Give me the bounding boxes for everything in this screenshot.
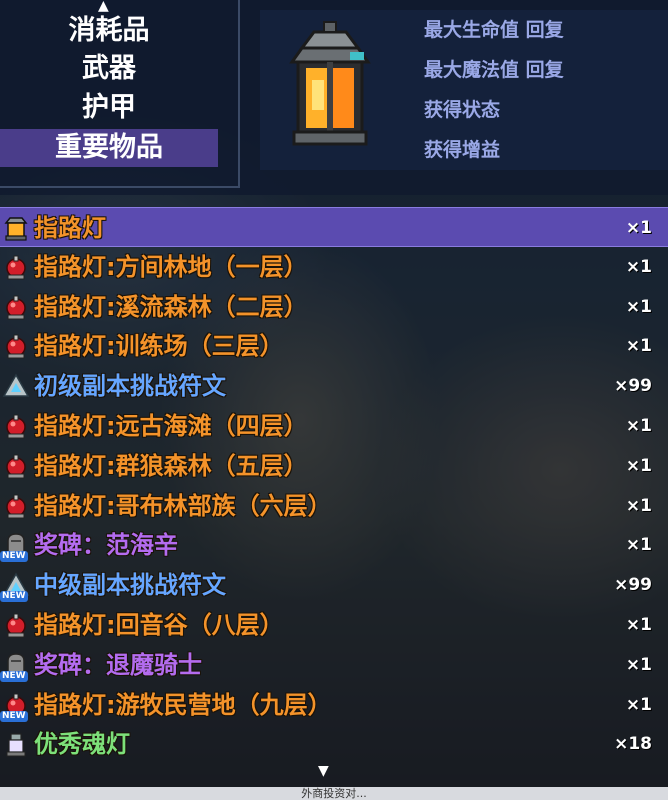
item-name: 指路灯 [34, 214, 106, 242]
item-row[interactable]: 指路灯:溪流森林（二层） ×1 [0, 287, 668, 327]
detail-effect-line: 获得增益 [424, 139, 501, 161]
item-row[interactable]: 初级副本挑战符文 ×99 [0, 366, 668, 406]
lantern-icon [4, 217, 28, 241]
detail-effect-line: 最大生命值 回复 [424, 19, 564, 41]
item-quantity: ×1 [625, 495, 652, 516]
item-name: 初级副本挑战符文 [34, 372, 226, 401]
new-badge: NEW [0, 551, 28, 563]
category-panel: ▲ 消耗品 武器 护甲 重要物品 [0, 0, 240, 188]
new-badge: NEW [0, 710, 28, 722]
category-label: 重要物品 [55, 132, 163, 163]
detail-effect-line: 最大魔法值 回复 [424, 59, 564, 81]
item-quantity: ×1 [625, 416, 652, 436]
item-quantity: ×1 [625, 654, 652, 675]
item-quantity: ×1 [625, 694, 652, 715]
detail-effect-line: 获得状态 [424, 99, 501, 121]
lantern-icon [289, 21, 371, 146]
item-name: 指路灯:游牧民营地（九层） [34, 690, 332, 719]
red-bell-icon [6, 494, 26, 519]
category-label: 武器 [82, 53, 136, 84]
item-row[interactable]: 指路灯:群狼森林（五层） ×1 [0, 446, 668, 486]
red-bell-icon [6, 255, 26, 280]
item-name: 指路灯:溪流森林（二层） [34, 292, 308, 321]
category-label: 消耗品 [68, 15, 150, 46]
item-quantity: ×1 [625, 336, 652, 357]
item-name: 指路灯:远古海滩（四层） [34, 412, 308, 440]
item-name: 指路灯:哥布林部族（六层） [34, 491, 332, 520]
item-row[interactable]: 指路灯:训练场（三层） ×1 [0, 326, 668, 366]
item-name: 奖碑：退魔骑士 [34, 650, 202, 679]
item-row[interactable]: NEW 指路灯:游牧民营地（九层） ×1 [0, 685, 668, 725]
item-quantity: ×18 [614, 734, 652, 755]
red-bell-icon [6, 414, 26, 439]
red-bell-icon [6, 454, 26, 479]
item-name: 指路灯:群狼森林（五层） [34, 451, 308, 480]
item-quantity: ×1 [625, 615, 652, 635]
item-row[interactable]: NEW 中级副本挑战符文 ×99 [0, 565, 668, 605]
category-tab[interactable]: 重要物品 [0, 129, 218, 167]
item-quantity: ×1 [625, 455, 652, 476]
item-quantity: ×1 [625, 218, 652, 238]
red-bell-icon [6, 334, 26, 359]
red-bell-icon [6, 613, 26, 638]
item-row[interactable]: NEW 奖碑：范海辛 ×1 [0, 525, 668, 565]
scroll-down-arrow-icon[interactable]: ▼ [318, 763, 329, 779]
item-name: 奖碑：范海辛 [34, 531, 178, 560]
new-badge: NEW [0, 591, 28, 603]
taskbar-caption: 外商投资对... [0, 787, 668, 800]
item-quantity: ×99 [614, 376, 652, 397]
item-row[interactable]: NEW 奖碑：退魔骑士 ×1 [0, 645, 668, 685]
item-row[interactable]: 指路灯:哥布林部族（六层） ×1 [0, 486, 668, 526]
category-tab[interactable]: 护甲 [0, 89, 218, 127]
item-name: 优秀魂灯 [34, 730, 130, 759]
item-row[interactable]: 指路灯:方间林地（一层） ×1 [0, 247, 668, 287]
item-name: 指路灯:回音谷（八层） [34, 611, 284, 639]
item-quantity: ×1 [625, 535, 652, 556]
item-row-selected[interactable]: 指路灯 ×1 [0, 207, 668, 247]
category-tab[interactable]: 消耗品 [0, 12, 218, 50]
red-bell-icon [6, 295, 26, 320]
new-badge: NEW [0, 670, 28, 682]
item-name: 指路灯:训练场（三层） [34, 332, 284, 361]
item-name: 指路灯:方间林地（一层） [34, 252, 308, 281]
item-row[interactable]: 指路灯:远古海滩（四层） ×1 [0, 406, 668, 446]
item-quantity: ×1 [625, 296, 652, 317]
category-label: 护甲 [82, 92, 136, 123]
item-name: 中级副本挑战符文 [34, 571, 226, 600]
item-row[interactable]: 优秀魂灯 ×18 [0, 724, 668, 764]
soul-lamp-icon [6, 733, 26, 757]
category-tab[interactable]: 武器 [0, 50, 218, 88]
item-row[interactable]: 指路灯:回音谷（八层） ×1 [0, 605, 668, 645]
item-quantity: ×1 [625, 256, 652, 277]
item-quantity: ×99 [614, 575, 652, 596]
rune-stone-icon [2, 373, 30, 397]
